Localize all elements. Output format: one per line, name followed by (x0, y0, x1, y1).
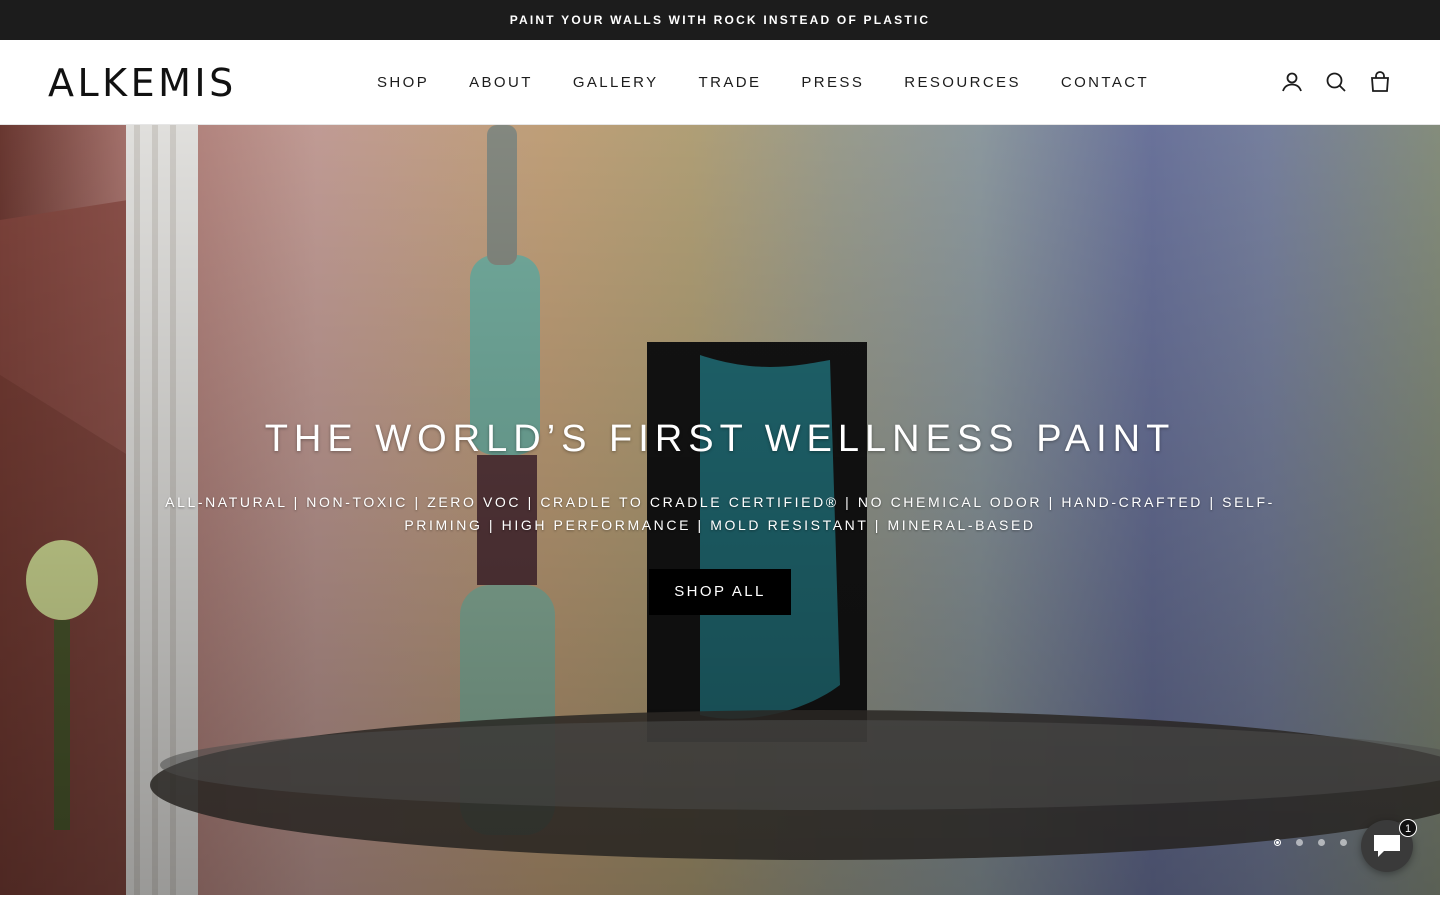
slide-dot-1[interactable] (1274, 839, 1281, 846)
nav-about[interactable]: ABOUT (469, 74, 533, 91)
slide-dot-2[interactable] (1296, 839, 1303, 846)
search-icon[interactable] (1324, 70, 1348, 94)
hero-banner: THE WORLD’S FIRST WELLNESS PAINT ALL-NAT… (0, 125, 1440, 895)
hero-content: THE WORLD’S FIRST WELLNESS PAINT ALL-NAT… (0, 415, 1440, 615)
slide-pagination (1274, 839, 1362, 846)
header-icons (1280, 69, 1392, 95)
hero-subtitle: ALL-NATURAL | NON-TOXIC | ZERO VOC | CRA… (165, 494, 1275, 533)
chat-badge: 1 (1399, 819, 1417, 837)
slide-dot-3[interactable] (1318, 839, 1325, 846)
logo[interactable]: ALKEMIS (48, 62, 250, 104)
nav-press[interactable]: PRESS (801, 74, 864, 91)
announcement-text: PAINT YOUR WALLS WITH ROCK INSTEAD OF PL… (509, 13, 931, 27)
chat-icon (1374, 835, 1400, 857)
account-icon[interactable] (1280, 70, 1304, 94)
nav-resources[interactable]: RESOURCES (904, 74, 1021, 91)
slide-dot-4[interactable] (1340, 839, 1347, 846)
shop-all-button[interactable]: SHOP ALL (649, 569, 791, 615)
announcement-bar: PAINT YOUR WALLS WITH ROCK INSTEAD OF PL… (0, 0, 1440, 40)
nav-gallery[interactable]: GALLERY (573, 74, 659, 91)
hero-title: THE WORLD’S FIRST WELLNESS PAINT (264, 418, 1176, 460)
page-below-fold (0, 895, 1440, 900)
nav-contact[interactable]: CONTACT (1061, 74, 1149, 91)
cart-icon[interactable] (1368, 70, 1392, 94)
nav-shop[interactable]: SHOP (377, 74, 429, 91)
main-nav: SHOP ABOUT GALLERY TRADE PRESS RESOURCES… (377, 40, 1149, 125)
site-header: ALKEMIS SHOP ABOUT GALLERY TRADE PRESS R… (0, 40, 1440, 125)
nav-trade[interactable]: TRADE (699, 74, 762, 91)
